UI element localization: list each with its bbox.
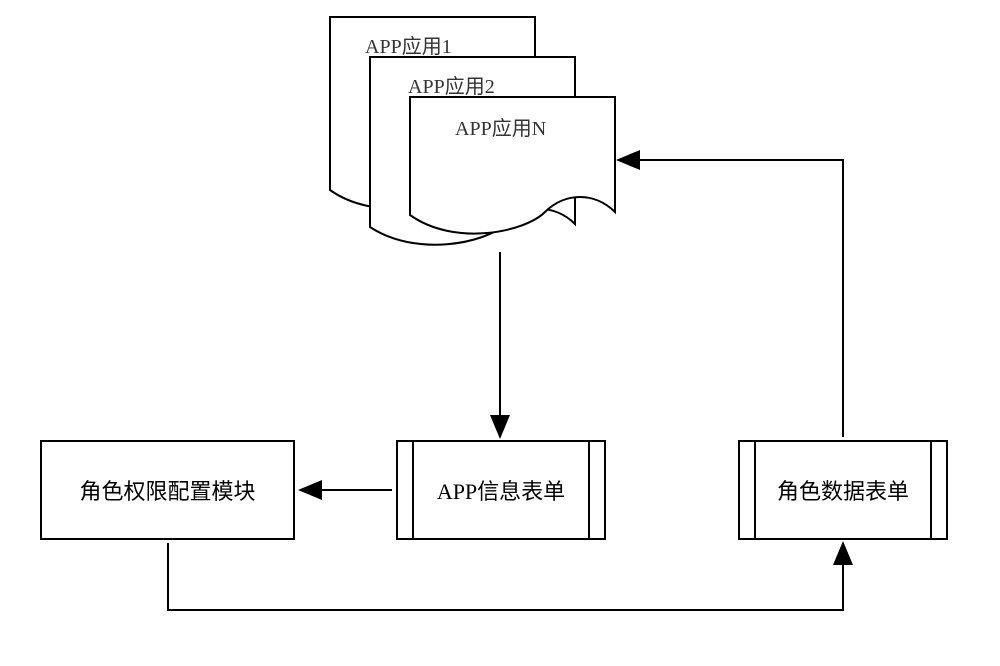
app-info-form-label: APP信息表单 [437,474,565,506]
app-stack-item-1: APP应用1 [365,30,452,59]
role-data-form-box: 角色数据表单 [738,440,948,540]
role-permission-config-label: 角色权限配置模块 [79,474,255,506]
arrow-config-to-roledata [168,543,843,610]
app-stack: APP应用1 APP应用2 APP应用N [310,12,680,247]
app-info-form-box: APP信息表单 [396,440,606,540]
app-stack-item-2: APP应用2 [408,70,495,99]
role-data-form-label: 角色数据表单 [777,474,909,506]
diagram-root: APP应用1 APP应用2 APP应用N 角色权限配置模块 APP信息表单 角色… [0,0,1000,666]
app-stack-item-n: APP应用N [455,112,546,141]
role-permission-config-box: 角色权限配置模块 [40,440,295,540]
